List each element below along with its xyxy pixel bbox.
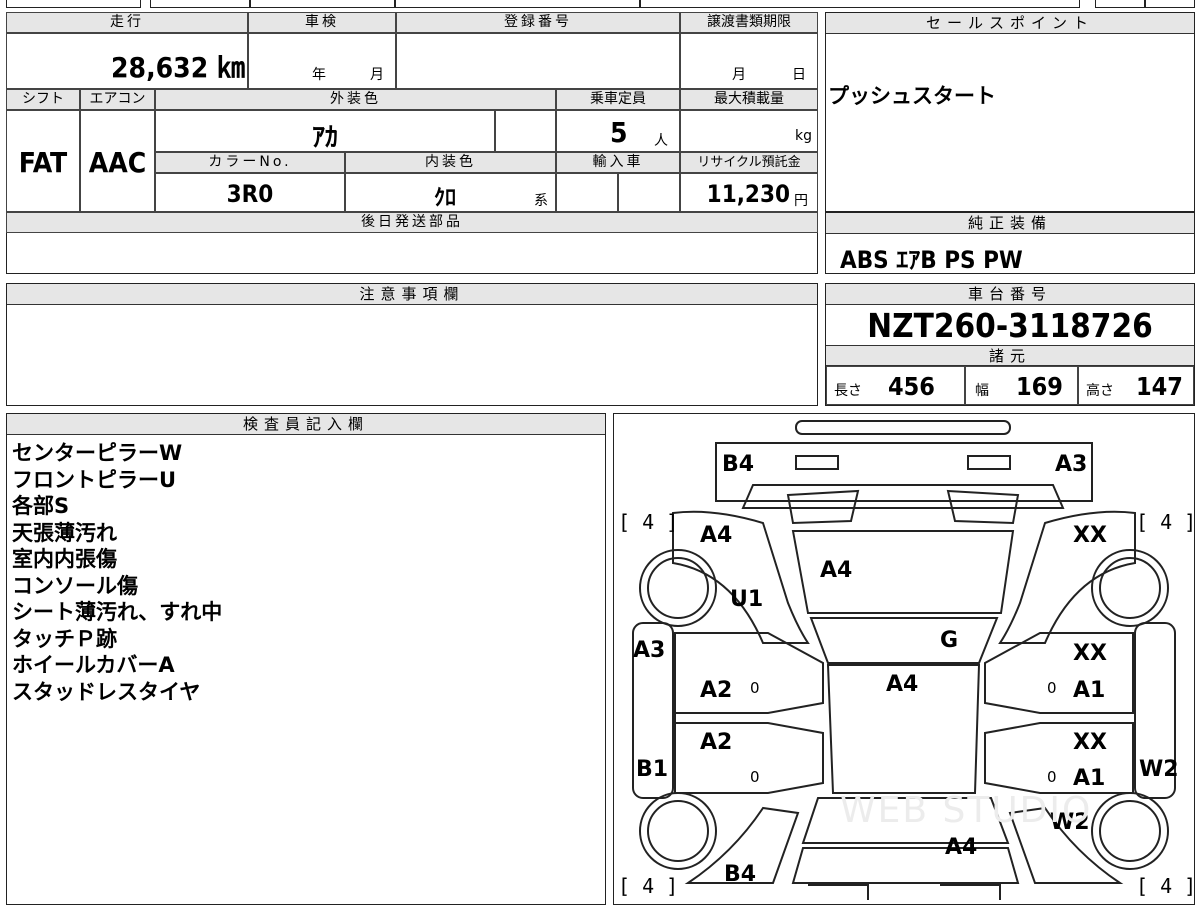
mark-right-front-fender: XX: [1073, 523, 1107, 548]
equipment-text: ABS ｴｱB PS PW: [840, 246, 1023, 274]
transfer-month-unit: 月: [732, 67, 746, 83]
zero-mark: 0: [750, 679, 760, 697]
inspector-note: シート薄汚れ、すれ中: [12, 600, 223, 624]
inspector-note: スタッドレスタイヤ: [12, 679, 201, 704]
capacity-unit: 人: [654, 133, 668, 149]
mark-right-rear-door: A1: [1073, 766, 1106, 791]
sales-point-text: プッシュスタート: [828, 84, 996, 108]
mark-trunk: A4: [945, 835, 978, 860]
mark-left-front-fender-2: U1: [730, 587, 764, 612]
interior-color-label: 内装色: [345, 152, 556, 173]
color-no-label: カラーNo.: [155, 152, 345, 173]
mark-windshield: G: [940, 628, 959, 653]
length-label: 長さ: [834, 383, 862, 399]
shaken-year-unit: 年: [312, 67, 326, 83]
color-no-value: 3R0: [226, 180, 274, 208]
capacity-label: 乗車定員: [556, 89, 680, 110]
width-value: 169: [1016, 372, 1063, 401]
top-strip-cell: [250, 0, 395, 8]
shift-value: FAT: [18, 146, 68, 179]
interior-color-suffix: 系: [534, 193, 548, 209]
chassis-number: NZT260-3118726: [867, 306, 1153, 345]
recycle-value: 11,230: [706, 180, 790, 208]
reg-no-cell: [396, 33, 680, 89]
shaken-label: 車検: [248, 12, 396, 33]
sales-point-label: セールスポイント: [826, 13, 1194, 34]
mark-left-front-fender: A4: [700, 523, 733, 548]
inspector-note: フロントピラーU: [12, 467, 177, 492]
spec-label: 諸元: [826, 345, 1194, 366]
recycle-unit: 円: [794, 193, 808, 209]
reg-no-label: 登録番号: [396, 12, 680, 33]
inspector-note: 天張薄汚れ: [12, 520, 117, 545]
chassis-label: 車台番号: [826, 284, 1194, 305]
max-load-unit: kg: [795, 128, 812, 144]
exterior-color-extra-cell: [495, 110, 556, 152]
mark-left-pillar: A3: [633, 638, 666, 663]
mark-right-rear-door-top: XX: [1073, 730, 1107, 755]
recycle-label: リサイクル預託金: [680, 152, 818, 173]
mark-right-front-door-top: XX: [1073, 641, 1107, 666]
inspector-notes: センターピラーW フロントピラーU 各部S 天張薄汚れ 室内内張傷 コンソール傷…: [12, 440, 222, 705]
top-strip-cell: [395, 0, 640, 8]
height-label: 高さ: [1086, 383, 1114, 399]
import-label: 輸入車: [556, 152, 680, 173]
watermark: WEB STUDIO: [840, 790, 1093, 831]
sales-point-box: [825, 12, 1195, 212]
tire-front-left: [ 4 ]: [618, 510, 679, 534]
later-parts-label: 後日発送部品: [6, 212, 818, 233]
mileage-label: 走行: [6, 12, 248, 33]
mark-rear-bumper: B4: [724, 862, 757, 887]
mark-roof: A4: [886, 672, 919, 697]
inspector-note: タッチＰ跡: [12, 626, 117, 651]
inspector-note: センターピラーW: [12, 441, 183, 465]
mark-front-right-corner: A3: [1055, 452, 1088, 477]
interior-color-value: ｸﾛ: [433, 186, 456, 211]
inspector-note: 室内内張傷: [12, 547, 117, 571]
mark-bonnet: A4: [820, 558, 853, 583]
mark-right-rocker: W2: [1139, 757, 1179, 782]
top-strip-cell: [6, 0, 141, 8]
tire-rear-right: [ 4 ]: [1136, 874, 1197, 898]
tire-rear-left: [ 4 ]: [618, 874, 679, 898]
transfer-deadline-label: 譲渡書類期限: [680, 12, 818, 33]
mileage-value: 28,632 ㎞: [111, 51, 245, 84]
inspector-note: 各部S: [12, 494, 70, 518]
aircon-value: AAC: [88, 146, 147, 179]
caution-label: 注意事項欄: [7, 284, 817, 305]
mark-left-rocker: B1: [636, 757, 669, 782]
zero-mark: 0: [750, 768, 760, 786]
exterior-color-value: ｱｶ: [311, 123, 338, 153]
zero-mark: 0: [1047, 768, 1057, 786]
shaken-month-unit: 月: [370, 67, 384, 83]
aircon-label: エアコン: [80, 89, 155, 110]
import-cell-a: [556, 173, 618, 212]
top-strip-cell: [640, 0, 1080, 8]
top-strip-cell: [1095, 0, 1145, 8]
mark-right-front-door: A1: [1073, 678, 1106, 703]
height-value: 147: [1136, 372, 1183, 401]
zero-mark: 0: [1047, 679, 1057, 697]
top-strip-cell: [150, 0, 250, 8]
exterior-color-label: 外装色: [155, 89, 556, 110]
inspector-label: 検査員記入欄: [7, 414, 605, 435]
width-label: 幅: [975, 383, 989, 399]
top-strip-cell: [1145, 0, 1195, 8]
import-cell-b: [618, 173, 680, 212]
mark-left-front-door: A2: [700, 678, 733, 703]
mark-front-left-corner: B4: [722, 452, 755, 477]
capacity-value: 5: [610, 116, 628, 149]
tire-front-right: [ 4 ]: [1136, 510, 1197, 534]
shift-label: シフト: [6, 89, 80, 110]
length-value: 456: [888, 372, 935, 401]
inspector-note: ホイールカバーA: [12, 653, 175, 677]
mark-left-rear-door: A2: [700, 730, 733, 755]
inspector-note: コンソール傷: [12, 573, 138, 598]
transfer-day-unit: 日: [792, 67, 806, 83]
equipment-label: 純正装備: [826, 213, 1194, 234]
max-load-label: 最大積載量: [680, 89, 818, 110]
